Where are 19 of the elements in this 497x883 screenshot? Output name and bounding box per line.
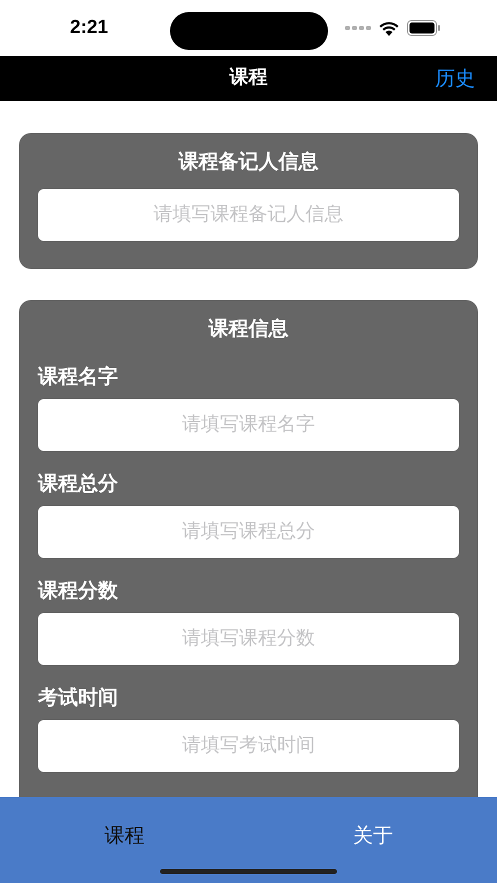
card-title: 课程备记人信息 xyxy=(178,150,318,175)
history-button[interactable]: 历史 xyxy=(435,64,475,94)
text-field[interactable]: 请填写课程备记人信息 xyxy=(38,189,459,241)
text-field[interactable]: 请填写课程分数 xyxy=(38,613,459,665)
status-time: 2:21 xyxy=(70,16,108,40)
field-label: 课程名字 xyxy=(38,364,119,389)
tab[interactable]: 关于 xyxy=(248,797,497,883)
text-field[interactable]: 请填写课程总分 xyxy=(38,506,459,558)
field-label: 考试时间 xyxy=(38,686,119,710)
signal-icon xyxy=(345,25,371,31)
battery-icon xyxy=(407,20,441,36)
nav-title: 课程 xyxy=(230,66,268,90)
tab[interactable]: 课程 xyxy=(0,797,248,883)
card-title: 课程信息 xyxy=(207,317,290,342)
field-label: 课程总分 xyxy=(38,472,119,496)
field-label: 课程分数 xyxy=(38,579,119,603)
text-field[interactable]: 请填写课程名字 xyxy=(38,399,459,451)
text-field[interactable]: 请填写考试时间 xyxy=(38,720,459,772)
wifi-icon xyxy=(379,20,399,36)
